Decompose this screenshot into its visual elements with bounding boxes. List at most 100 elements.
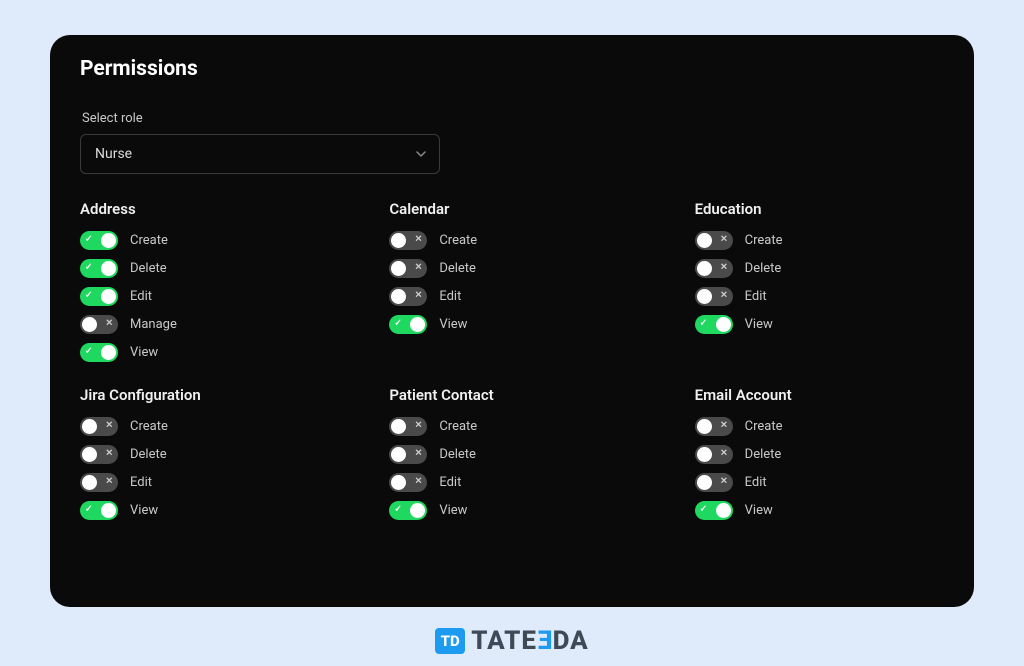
cross-icon: ✕ <box>415 236 423 245</box>
toggle-knob <box>391 289 406 304</box>
permission-toggle-calendar-edit[interactable]: ✕ <box>389 287 427 306</box>
permission-row: ✕Delete <box>695 256 944 280</box>
permission-label: View <box>130 503 158 518</box>
brand-logo: TD TATEEDA <box>435 625 589 656</box>
permission-toggle-email-account-create[interactable]: ✕ <box>695 417 733 436</box>
permission-toggle-jira-configuration-view[interactable]: ✓ <box>80 501 118 520</box>
permission-label: Delete <box>745 447 782 462</box>
permission-label: View <box>745 503 773 518</box>
permission-row: ✓View <box>389 498 652 522</box>
permission-toggle-email-account-view[interactable]: ✓ <box>695 501 733 520</box>
permission-label: View <box>439 317 467 332</box>
permission-label: Create <box>439 233 477 248</box>
toggle-knob <box>391 261 406 276</box>
permission-row: ✓ Create <box>80 228 361 252</box>
toggle-knob <box>101 233 116 248</box>
permission-toggle-address-view[interactable]: ✓ <box>80 343 118 362</box>
permission-toggle-patient-contact-edit[interactable]: ✕ <box>389 473 427 492</box>
cross-icon: ✕ <box>720 450 728 459</box>
permission-label: Delete <box>130 261 167 276</box>
check-icon: ✓ <box>85 236 93 245</box>
toggle-knob <box>410 503 425 518</box>
role-select-label: Select role <box>82 111 944 126</box>
toggle-knob <box>697 289 712 304</box>
permission-label: Edit <box>439 475 461 490</box>
permission-row: ✕ Delete <box>389 256 652 280</box>
permission-label: Create <box>130 419 168 434</box>
permission-toggle-calendar-create[interactable]: ✕ <box>389 231 427 250</box>
permission-label: Edit <box>130 475 152 490</box>
permission-label: Create <box>745 233 783 248</box>
permission-group-jira-configuration: Jira Configuration✕Create✕Delete✕Edit✓Vi… <box>80 386 361 526</box>
toggle-knob <box>391 419 406 434</box>
permission-toggle-jira-configuration-delete[interactable]: ✕ <box>80 445 118 464</box>
role-select[interactable]: Nurse <box>80 134 440 174</box>
permission-group-title: Calendar <box>389 200 652 218</box>
check-icon: ✓ <box>700 320 708 329</box>
permission-toggle-education-create[interactable]: ✕ <box>695 231 733 250</box>
permission-label: Edit <box>745 475 767 490</box>
toggle-knob <box>82 317 97 332</box>
permission-toggle-email-account-delete[interactable]: ✕ <box>695 445 733 464</box>
permission-row: ✓ Edit <box>80 284 361 308</box>
permission-group-title: Email Account <box>695 386 944 404</box>
brand-logo-mark: TD <box>435 628 465 654</box>
toggle-knob <box>697 447 712 462</box>
permission-toggle-address-edit[interactable]: ✓ <box>80 287 118 306</box>
check-icon: ✓ <box>700 506 708 515</box>
permission-row: ✕ Edit <box>80 470 361 494</box>
toggle-knob <box>697 475 712 490</box>
permission-toggle-address-create[interactable]: ✓ <box>80 231 118 250</box>
permission-row: ✕ Delete <box>695 442 944 466</box>
toggle-knob <box>697 419 712 434</box>
check-icon: ✓ <box>85 506 93 515</box>
toggle-knob <box>410 317 425 332</box>
permission-toggle-address-delete[interactable]: ✓ <box>80 259 118 278</box>
toggle-knob <box>82 447 97 462</box>
permission-row: ✓View <box>695 312 944 336</box>
check-icon: ✓ <box>85 292 93 301</box>
permission-label: Create <box>130 233 168 248</box>
toggle-knob <box>391 447 406 462</box>
permission-toggle-address-manage[interactable]: ✕ <box>80 315 118 334</box>
toggle-knob <box>716 317 731 332</box>
permission-toggle-education-view[interactable]: ✓ <box>695 315 733 334</box>
permission-row: ✓ View <box>389 312 652 336</box>
permission-toggle-calendar-view[interactable]: ✓ <box>389 315 427 334</box>
permission-row: ✕ Edit <box>389 470 652 494</box>
permission-group-title: Jira Configuration <box>80 386 361 404</box>
permission-group-education: Education✕Create✕Delete✕Edit✓View <box>663 200 944 368</box>
page-title: Permissions <box>80 57 944 81</box>
permission-label: Create <box>439 419 477 434</box>
permission-label: Edit <box>130 289 152 304</box>
permission-row: ✕ Create <box>695 228 944 252</box>
permission-toggle-calendar-delete[interactable]: ✕ <box>389 259 427 278</box>
cross-icon: ✕ <box>105 450 113 459</box>
cross-icon: ✕ <box>720 292 728 301</box>
permission-label: Create <box>745 419 783 434</box>
check-icon: ✓ <box>394 506 402 515</box>
permission-group-title: Education <box>695 200 944 218</box>
brand-logo-word: TATEEDA <box>471 625 589 656</box>
permission-toggle-patient-contact-delete[interactable]: ✕ <box>389 445 427 464</box>
permission-toggle-patient-contact-view[interactable]: ✓ <box>389 501 427 520</box>
permission-toggle-email-account-edit[interactable]: ✕ <box>695 473 733 492</box>
cross-icon: ✕ <box>105 478 113 487</box>
permission-row: ✕ Create <box>389 414 652 438</box>
permission-row: ✕ Edit <box>695 470 944 494</box>
footer: TD TATEEDA <box>50 607 974 666</box>
permission-toggle-education-delete[interactable]: ✕ <box>695 259 733 278</box>
cross-icon: ✕ <box>415 478 423 487</box>
permission-toggle-education-edit[interactable]: ✕ <box>695 287 733 306</box>
permission-toggle-jira-configuration-create[interactable]: ✕ <box>80 417 118 436</box>
permission-row: ✕Delete <box>389 442 652 466</box>
permission-label: Edit <box>439 289 461 304</box>
chevron-down-icon <box>415 148 427 160</box>
permission-row: ✕ Create <box>80 414 361 438</box>
permission-toggle-patient-contact-create[interactable]: ✕ <box>389 417 427 436</box>
permission-group-title: Address <box>80 200 361 218</box>
permission-label: Delete <box>439 261 476 276</box>
permission-toggle-jira-configuration-edit[interactable]: ✕ <box>80 473 118 492</box>
permission-row: ✕ Create <box>695 414 944 438</box>
role-select-value: Nurse <box>95 146 132 162</box>
